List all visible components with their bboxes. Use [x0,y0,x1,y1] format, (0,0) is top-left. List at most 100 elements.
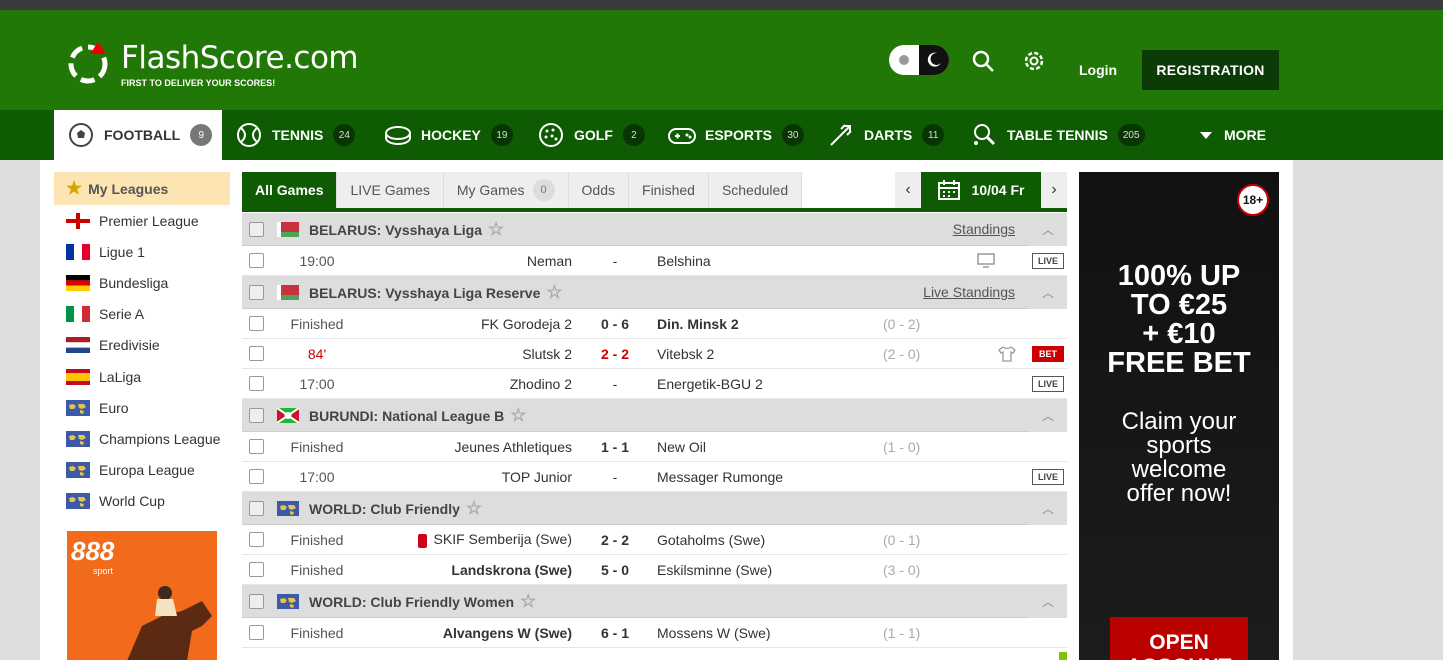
registration-button[interactable]: REGISTRATION [1142,50,1279,90]
sport-tab-football[interactable]: FOOTBALL 9 [54,110,222,160]
promo-banner[interactable]: 18+ 100% UP TO €25 + €10 FREE BET Claim … [1079,172,1279,660]
match-score: 2 - 2 [600,531,629,548]
more-label: MORE [1224,127,1266,143]
match-score: 0 - 6 [600,315,629,332]
sport-tab-golf[interactable]: GOLF 2 [536,110,645,160]
sport-count: 9 [190,124,213,146]
sidebar-ad-888[interactable]: 888 sport [67,531,217,660]
france-flag-icon [66,243,90,260]
sport-label: FOOTBALL [104,127,181,143]
sport-tab-esports[interactable]: ESPORTS 30 [667,110,804,160]
sidebar-item-laliga[interactable]: LaLiga [54,361,230,392]
league-name[interactable]: WORLD: Club Friendly Women ☆ [309,591,536,612]
live-badge[interactable]: LIVE [1032,469,1064,485]
collapse-icon[interactable]: ︿ [1029,212,1067,246]
league-title: BELARUS: Vysshaya Liga Reserve [309,284,541,301]
collapse-icon[interactable]: ︿ [1029,491,1067,525]
tab-all-games[interactable]: All Games [242,172,338,208]
match-checkbox[interactable] [249,376,264,391]
logo[interactable]: FlashScore.com FIRST TO DELIVER YOUR SCO… [66,40,366,95]
sidebar-item-world-cup[interactable]: World Cup [54,486,230,517]
promo-line: + €10 [1142,318,1216,350]
match-checkbox[interactable] [249,439,264,454]
sidebar-item-europa-league[interactable]: Europa League [54,455,230,486]
sidebar-item-serie-a[interactable]: Serie A [54,299,230,330]
prev-day-button[interactable]: ‹ [895,172,921,208]
sidebar-item-premier-league[interactable]: Premier League [54,205,230,236]
sport-tab-table-tennis[interactable]: TABLE TENNIS 205 [969,110,1145,160]
match-checkbox[interactable] [249,562,264,577]
league-name[interactable]: BURUNDI: National League B ☆ [309,405,526,426]
sidebar-item-ligue-1[interactable]: Ligue 1 [54,236,230,267]
match-row[interactable]: 17:00 Zhodino 2 - Energetik-BGU 2 LIVE [242,369,1067,399]
league-checkbox[interactable] [249,593,264,609]
match-checkbox[interactable] [249,253,264,268]
league-name[interactable]: BELARUS: Vysshaya Liga ☆ [309,219,504,240]
open-account-button[interactable]: OPEN ACCOUNT [1110,617,1248,660]
sidebar-item-eredivisie[interactable]: Eredivisie [54,330,230,361]
live-badge[interactable]: LIVE [1032,253,1064,269]
league-checkbox[interactable] [249,221,264,237]
match-row[interactable]: 84' Slutsk 2 2 - 2 Vitebsk 2 (2 - 0) BET [242,339,1067,369]
gear-icon[interactable] [1021,48,1047,74]
tv-icon[interactable] [977,252,995,269]
sidebar-item-champions-league[interactable]: Champions League [54,423,230,454]
match-row[interactable]: 17:00 TOP Junior - Messager Rumonge LIVE [242,462,1067,492]
sport-tab-darts[interactable]: DARTS 11 [826,110,945,160]
match-time: 17:00 [299,468,335,485]
promo-subline: Claim your [1121,408,1237,435]
live-badge[interactable]: LIVE [1032,376,1064,392]
league-checkbox[interactable] [249,500,264,516]
match-checkbox[interactable] [249,316,264,331]
sport-tab-hockey[interactable]: HOCKEY 19 [383,110,513,160]
shirt-icon[interactable] [998,345,1016,362]
match-row[interactable]: Finished SKIF Semberija (Swe) 2 - 2 Gota… [242,525,1067,555]
star-icon: ★ [66,178,83,198]
collapse-icon[interactable]: ︿ [1029,584,1067,618]
league-name[interactable]: WORLD: Club Friendly ☆ [309,498,482,519]
tab-scheduled[interactable]: Scheduled [708,172,803,208]
match-score: 5 - 0 [600,561,629,578]
match-row[interactable]: Finished Landskrona (Swe) 5 - 0 Eskilsmi… [242,555,1067,585]
tab-finished[interactable]: Finished [629,172,709,208]
collapse-icon[interactable]: ︿ [1029,398,1067,432]
match-row[interactable]: Finished FK Gorodeja 2 0 - 6 Din. Minsk … [242,309,1067,339]
match-row[interactable]: Finished Alvangens W (Swe) 6 - 1 Mossens… [242,618,1067,648]
star-icon[interactable]: ☆ [510,405,526,425]
league-checkbox[interactable] [249,284,264,300]
star-icon[interactable]: ☆ [520,591,536,611]
collapse-icon[interactable]: ︿ [1029,275,1067,309]
sidebar-item-bundesliga[interactable]: Bundesliga [54,267,230,298]
star-icon[interactable]: ☆ [466,498,482,518]
tab-odds[interactable]: Odds [568,172,630,208]
search-icon[interactable] [970,48,996,74]
match-row[interactable]: Finished Jeunes Athletiques 1 - 1 New Oi… [242,432,1067,462]
calendar-button[interactable]: 10/04 Fr [921,172,1041,208]
match-checkbox[interactable] [249,625,264,640]
login-link[interactable]: Login [1079,62,1117,78]
bet-badge[interactable]: BET [1032,346,1064,362]
world-flag-icon [66,493,90,510]
match-checkbox[interactable] [249,469,264,484]
sidebar-item-label: Bundesliga [99,274,169,291]
league-checkbox[interactable] [249,407,264,423]
tab-my-games[interactable]: My Games 0 [443,172,569,208]
more-sports-button[interactable]: MORE [1200,110,1266,160]
tab-live-games[interactable]: LIVE Games [337,172,444,208]
sport-tab-tennis[interactable]: TENNIS 24 [234,110,356,160]
star-icon[interactable]: ☆ [546,282,562,302]
star-icon[interactable]: ☆ [488,219,504,239]
match-row[interactable]: 19:00 Neman - Belshina LIVE [242,246,1067,276]
sport-label: TABLE TENNIS [1007,127,1108,143]
standings-link[interactable]: Standings [953,221,1015,237]
match-checkbox[interactable] [249,346,264,361]
live-standings-link[interactable]: Live Standings [923,284,1015,300]
theme-toggle[interactable] [889,45,949,75]
scroll-indicator [1059,652,1067,660]
match-checkbox[interactable] [249,532,264,547]
next-day-button[interactable]: › [1041,172,1067,208]
chevron-down-icon [1200,131,1212,139]
league-name[interactable]: BELARUS: Vysshaya Liga Reserve ☆ [309,282,563,303]
sidebar-item-euro[interactable]: Euro [54,392,230,423]
home-team: Landskrona (Swe) [451,561,572,578]
